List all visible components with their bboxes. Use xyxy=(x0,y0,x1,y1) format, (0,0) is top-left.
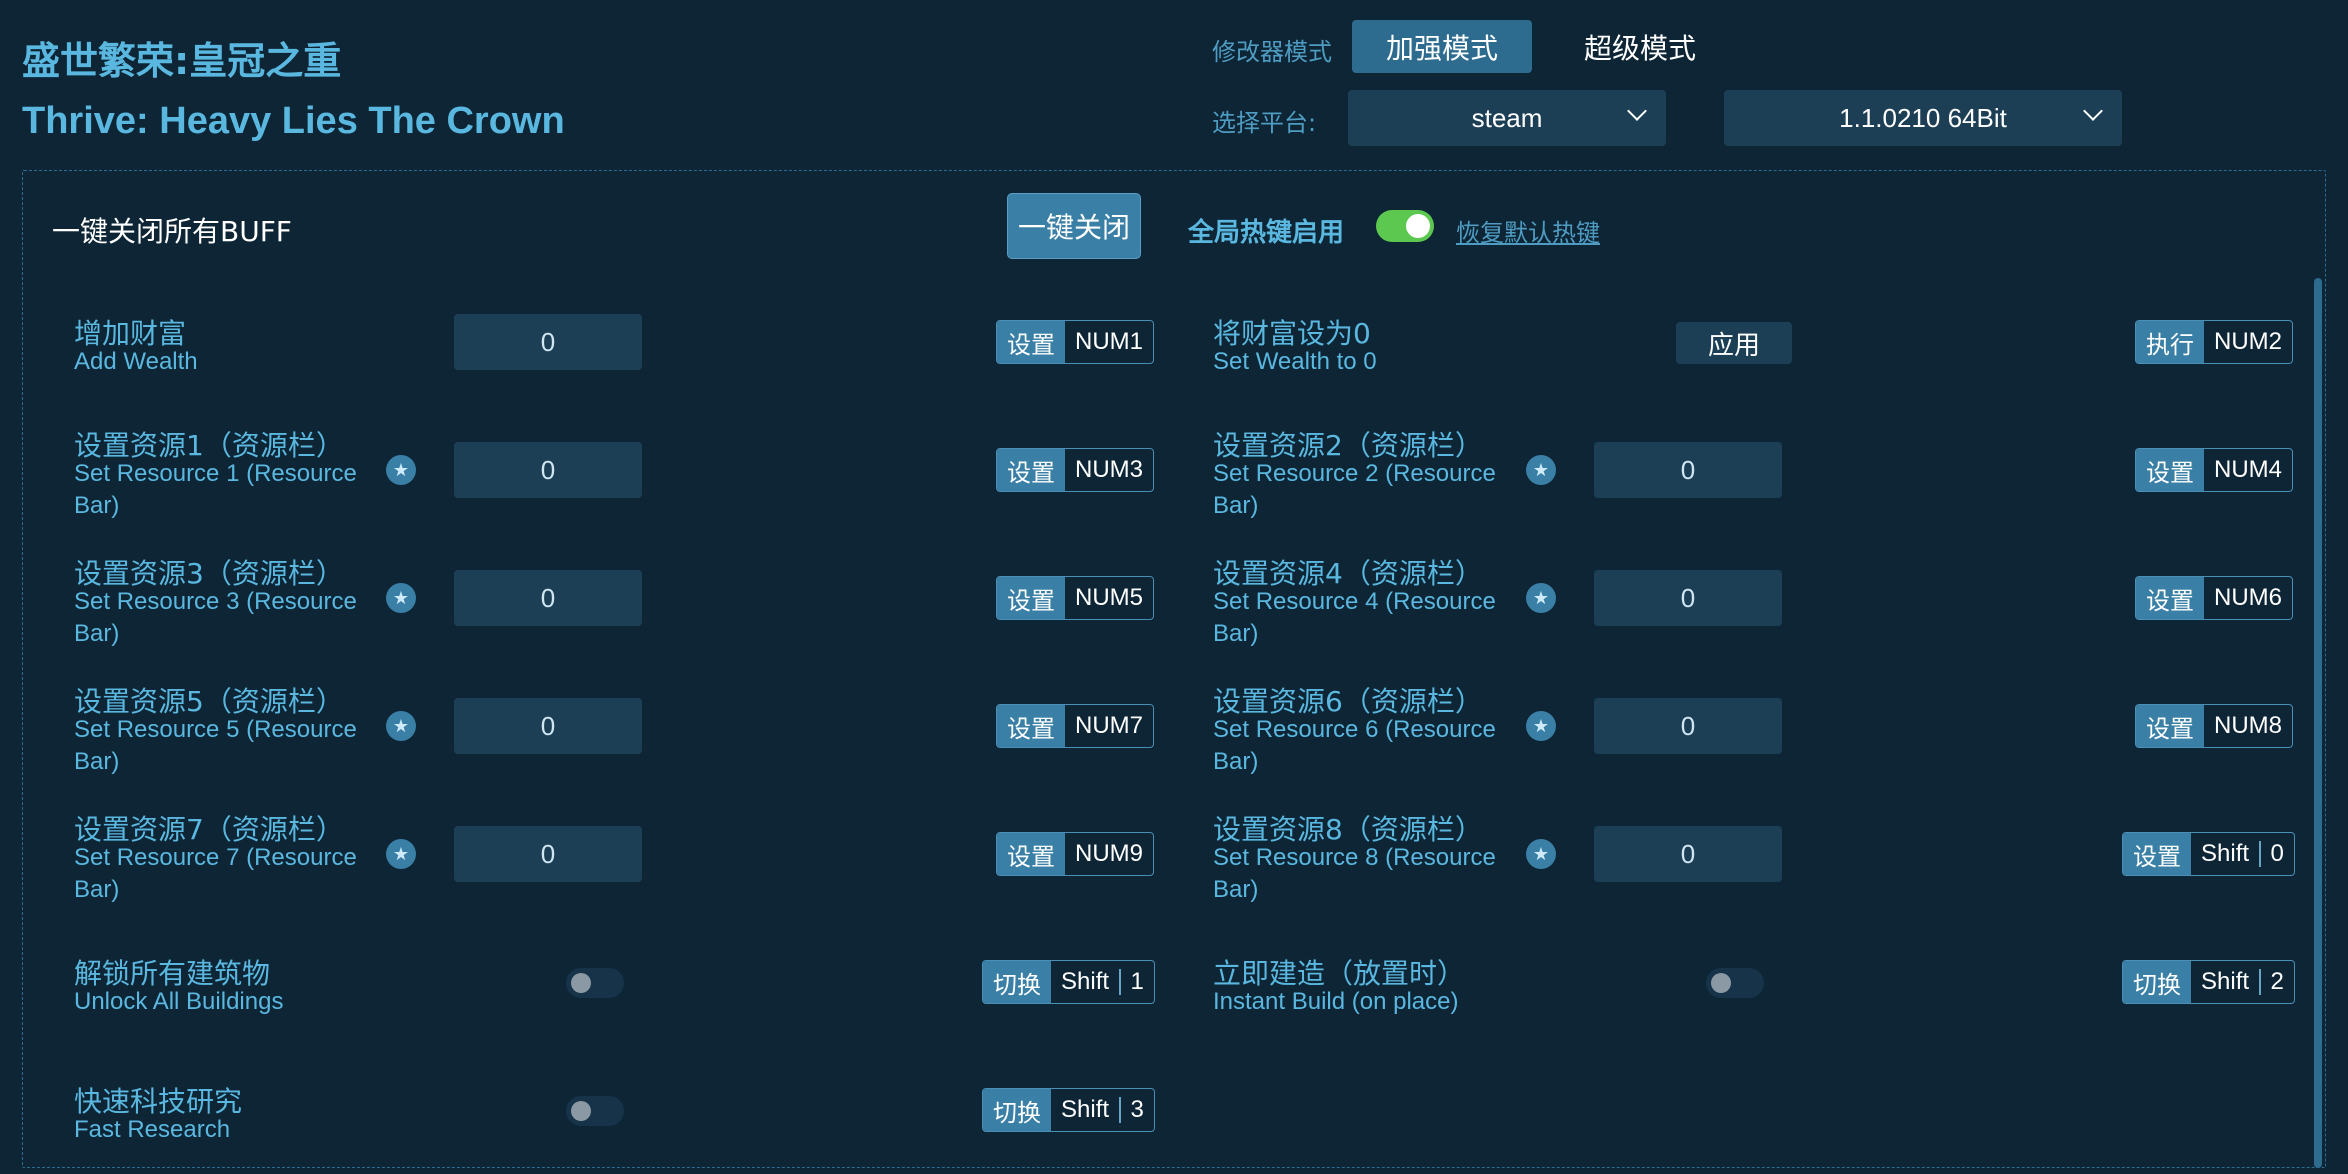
hotkey-action: 切换 xyxy=(2123,961,2191,1003)
instant-build-hotkey[interactable]: 切换 Shift 2 xyxy=(2122,960,2295,1004)
hotkey-action: 设置 xyxy=(2136,449,2204,491)
hotkey-key: 1 xyxy=(1130,968,1144,995)
hotkey-action: 设置 xyxy=(997,449,1065,491)
fast-research-hotkey[interactable]: 切换 Shift 3 xyxy=(982,1088,1155,1132)
hotkey-action: 设置 xyxy=(997,577,1065,619)
item-set-wealth-zero-en: Set Wealth to 0 xyxy=(1213,348,1377,375)
hotkey-key-modifier: Shift xyxy=(1061,1096,1110,1123)
item-resource6-en: Set Resource 6 (Resource Bar) xyxy=(1213,716,1496,775)
resource4-hotkey[interactable]: 设置 NUM6 xyxy=(2135,576,2294,620)
item-resource1-en: Set Resource 1 (Resource Bar) xyxy=(74,460,357,519)
star-icon[interactable]: ★ xyxy=(386,711,416,741)
instant-build-toggle[interactable] xyxy=(1706,968,1764,998)
hotkey-key: NUM8 xyxy=(2214,712,2283,739)
item-fast-research-en: Fast Research xyxy=(74,1116,231,1143)
mode-enhanced-button[interactable]: 加强模式 xyxy=(1352,20,1532,73)
star-icon[interactable]: ★ xyxy=(1526,839,1556,869)
hotkey-action: 设置 xyxy=(997,321,1065,363)
app-title-cn: 盛世繁荣:皇冠之重 xyxy=(22,39,342,83)
hotkey-key-modifier: Shift xyxy=(2201,968,2250,995)
hotkey-key: NUM4 xyxy=(2214,456,2283,483)
app-title-en: Thrive: Heavy Lies The Crown xyxy=(22,100,565,142)
cheat-panel xyxy=(22,170,2326,1168)
apply-button[interactable]: 应用 xyxy=(1676,322,1792,364)
resource8-hotkey[interactable]: 设置 Shift 0 xyxy=(2122,832,2295,876)
scrollbar[interactable] xyxy=(2314,278,2322,1168)
hotkey-key: NUM7 xyxy=(1075,712,1144,739)
resource5-hotkey[interactable]: 设置 NUM7 xyxy=(996,704,1155,748)
unlock-buildings-hotkey[interactable]: 切换 Shift 1 xyxy=(982,960,1155,1004)
resource3-hotkey[interactable]: 设置 NUM5 xyxy=(996,576,1155,620)
mode-label: 修改器模式 xyxy=(1212,38,1332,66)
hotkey-key: NUM3 xyxy=(1075,456,1144,483)
hotkey-key: 3 xyxy=(1130,1096,1144,1123)
restore-default-hotkeys-link[interactable]: 恢复默认热键 xyxy=(1456,213,1600,248)
item-resource7-en: Set Resource 7 (Resource Bar) xyxy=(74,844,357,903)
resource3-input[interactable]: 0 xyxy=(454,570,642,626)
hotkey-action: 切换 xyxy=(983,961,1051,1003)
hotkey-key: NUM1 xyxy=(1075,328,1144,355)
item-unlock-buildings-en: Unlock All Buildings xyxy=(74,988,284,1015)
resource7-hotkey[interactable]: 设置 NUM9 xyxy=(996,832,1155,876)
hotkey-action: 设置 xyxy=(997,705,1065,747)
resource7-input[interactable]: 0 xyxy=(454,826,642,882)
star-icon[interactable]: ★ xyxy=(1526,583,1556,613)
platform-select[interactable]: steam xyxy=(1348,90,1666,146)
add-wealth-hotkey[interactable]: 设置 NUM1 xyxy=(996,320,1155,364)
global-hotkey-label: 全局热键启用 xyxy=(1188,218,1345,248)
platform-label: 选择平台: xyxy=(1212,109,1317,137)
item-resource3-en: Set Resource 3 (Resource Bar) xyxy=(74,588,357,647)
hotkey-key: 2 xyxy=(2270,968,2284,995)
hotkey-action: 设置 xyxy=(2136,705,2204,747)
resource2-hotkey[interactable]: 设置 NUM4 xyxy=(2135,448,2294,492)
resource2-input[interactable]: 0 xyxy=(1594,442,1782,498)
mode-super-button[interactable]: 超级模式 xyxy=(1560,20,1720,73)
resource8-input[interactable]: 0 xyxy=(1594,826,1782,882)
item-instant-build-en: Instant Build (on place) xyxy=(1213,988,1459,1015)
star-icon[interactable]: ★ xyxy=(1526,711,1556,741)
close-all-button[interactable]: 一键关闭 xyxy=(1008,194,1140,258)
hotkey-action: 切换 xyxy=(983,1089,1051,1131)
resource6-input[interactable]: 0 xyxy=(1594,698,1782,754)
resource1-input[interactable]: 0 xyxy=(454,442,642,498)
item-resource4-en: Set Resource 4 (Resource Bar) xyxy=(1213,588,1496,647)
star-icon[interactable]: ★ xyxy=(1526,455,1556,485)
chevron-down-icon xyxy=(1627,101,1647,121)
item-resource2-en: Set Resource 2 (Resource Bar) xyxy=(1213,460,1496,519)
item-resource8-en: Set Resource 8 (Resource Bar) xyxy=(1213,844,1496,903)
global-hotkey-toggle[interactable] xyxy=(1376,210,1434,242)
add-wealth-input[interactable]: 0 xyxy=(454,314,642,370)
chevron-down-icon xyxy=(2083,101,2103,121)
unlock-buildings-toggle[interactable] xyxy=(566,968,624,998)
star-icon[interactable]: ★ xyxy=(386,583,416,613)
hotkey-key: 0 xyxy=(2270,840,2284,867)
hotkey-key: NUM6 xyxy=(2214,584,2283,611)
star-icon[interactable]: ★ xyxy=(386,455,416,485)
hotkey-action: 设置 xyxy=(2123,833,2191,875)
resource6-hotkey[interactable]: 设置 NUM8 xyxy=(2135,704,2294,748)
hotkey-key-modifier: Shift xyxy=(1061,968,1110,995)
hotkey-key: NUM9 xyxy=(1075,840,1144,867)
item-resource5-en: Set Resource 5 (Resource Bar) xyxy=(74,716,357,775)
resource5-input[interactable]: 0 xyxy=(454,698,642,754)
hotkey-action: 设置 xyxy=(2136,577,2204,619)
hotkey-action: 执行 xyxy=(2136,321,2204,363)
item-add-wealth-en: Add Wealth xyxy=(74,348,198,375)
resource1-hotkey[interactable]: 设置 NUM3 xyxy=(996,448,1155,492)
resource4-input[interactable]: 0 xyxy=(1594,570,1782,626)
version-select[interactable]: 1.1.0210 64Bit xyxy=(1724,90,2122,146)
hotkey-key-modifier: Shift xyxy=(2201,840,2250,867)
hotkey-action: 设置 xyxy=(997,833,1065,875)
set-wealth-zero-hotkey[interactable]: 执行 NUM2 xyxy=(2135,320,2294,364)
version-value: 1.1.0210 64Bit xyxy=(1839,102,2007,133)
platform-value: steam xyxy=(1471,102,1543,133)
fast-research-toggle[interactable] xyxy=(566,1096,624,1126)
close-all-buff-label: 一键关闭所有BUFF xyxy=(52,215,292,248)
hotkey-key: NUM2 xyxy=(2214,328,2283,355)
hotkey-key: NUM5 xyxy=(1075,584,1144,611)
star-icon[interactable]: ★ xyxy=(386,839,416,869)
